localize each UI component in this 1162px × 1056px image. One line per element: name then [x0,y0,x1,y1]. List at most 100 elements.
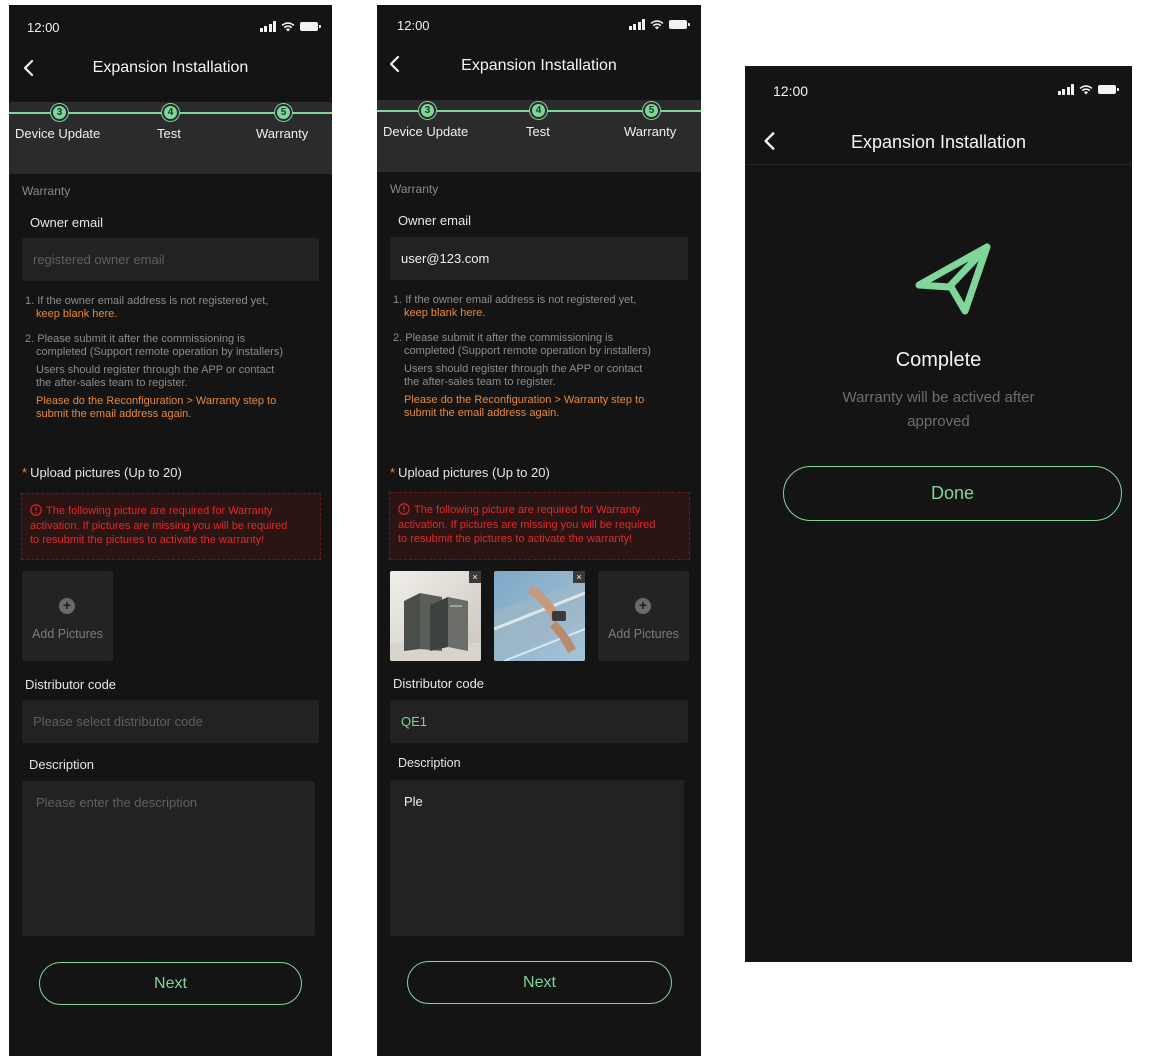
note-1: 1. If the owner email address is not reg… [393,294,637,306]
battery-icon [669,20,690,29]
page-title: Expansion Installation [461,57,617,74]
paper-plane-icon [915,243,991,315]
step-dot-5: 5 [275,104,292,121]
add-pictures-button[interactable]: + Add Pictures [598,571,689,661]
note-2-line-3: Users should register through the APP or… [36,364,275,376]
info-icon [398,503,410,515]
close-icon[interactable]: × [469,571,481,583]
owner-email-input[interactable]: registered owner email [22,238,319,281]
add-pictures-label: Add Pictures [32,627,103,641]
note-2-line-4: the after-sales team to register. [36,377,188,389]
step-dot-4: 4 [530,102,547,119]
uploaded-picture-thumbnail[interactable]: × [390,571,481,661]
complete-message-line-1: Warranty will be actived after [842,389,1035,406]
step-label-test: Test [157,126,181,141]
wifi-icon [1079,85,1093,95]
note-1-keep-blank: keep blank here. [404,307,486,319]
upload-pictures-text: Upload pictures (Up to 20) [398,465,550,480]
distributor-code-select[interactable]: Please select distributor code [22,700,319,743]
warning-line-2: activation. If pictures are missing you … [30,519,288,532]
section-title-warranty: Warranty [390,182,439,196]
status-bar: 12:00 [745,66,1132,110]
phone-screen-filled-form: 12:00 Expansion Installation 3 4 5 Devic… [377,5,701,1056]
wifi-icon [281,22,295,32]
complete-title: Complete [895,349,982,371]
note-2-line-3: Users should register through the APP or… [404,363,643,375]
note-2-line-2: completed (Support remote operation by i… [36,346,284,358]
page-title: Expansion Installation [92,59,249,76]
status-time: 12:00 [27,20,60,35]
owner-email-input[interactable]: user@123.com [390,237,688,280]
signal-icon [1057,84,1074,95]
owner-email-label: Owner email [30,215,103,230]
note-2-line-2: completed (Support remote operation by i… [404,345,652,357]
description-textarea[interactable]: Please enter the description [22,781,315,936]
done-button[interactable]: Done [783,466,1122,521]
description-textarea[interactable]: Ple [390,780,684,936]
step-dot-3: 3 [51,104,68,121]
nav-header: Expansion Installation [9,49,332,89]
signal-icon [628,19,645,30]
warranty-picture-warning: The following picture are required for W… [389,492,690,560]
uploaded-picture-thumbnail[interactable]: × [494,571,585,661]
note-2-line-6: submit the email address again. [404,407,560,419]
next-button[interactable]: Next [39,962,302,1005]
nav-header: Expansion Installation [377,47,701,87]
next-button[interactable]: Next [407,961,672,1004]
warranty-picture-warning: The following picture are required for W… [21,493,321,560]
solar-panel-photo [494,571,585,661]
email-notes: 1. If the owner email address is not reg… [25,295,325,421]
wifi-icon [650,20,664,30]
warning-line-3: to resubmit the pictures to activate the… [30,534,265,546]
description-label: Description [29,757,95,772]
info-icon [30,504,42,516]
plus-icon: + [635,598,651,614]
step-label-device-update: Device Update [383,124,469,139]
required-mark: * [390,465,396,480]
add-pictures-label: Add Pictures [608,627,679,641]
status-time: 12:00 [397,18,430,33]
step-dot-5: 5 [643,102,660,119]
distributor-code-select[interactable]: QE1 [390,700,688,743]
note-1-keep-blank: keep blank here. [36,308,118,320]
owner-email-label: Owner email [398,213,471,228]
nav-header: Expansion Installation [745,122,1132,166]
battery-icon [1098,85,1119,94]
warning-line-2: activation. If pictures are missing you … [398,518,656,531]
battery-install-photo [390,571,481,661]
close-icon[interactable]: × [573,571,585,583]
note-2-line-5: Please do the Reconfiguration > Warranty… [404,394,645,406]
signal-icon [259,21,276,32]
email-notes: 1. If the owner email address is not reg… [393,294,693,420]
upload-pictures-label: * Upload pictures (Up to 20) [390,465,550,480]
progress-stepper: 3 4 5 Device Update Test Warranty [377,100,701,172]
step-label-test: Test [526,124,550,139]
step-label-warranty: Warranty [624,124,677,139]
warning-line-1: The following picture are required for W… [46,505,273,517]
status-bar: 12:00 [9,5,332,45]
upload-pictures-label: * Upload pictures (Up to 20) [22,465,182,480]
add-pictures-button[interactable]: + Add Pictures [22,571,113,661]
step-label-warranty: Warranty [256,126,309,141]
status-bar: 12:00 [377,5,701,45]
phone-screen-complete: 12:00 Expansion Installation Complete Wa… [745,66,1132,962]
plus-icon: + [59,598,75,614]
battery-icon [300,22,321,31]
note-2-line-4: the after-sales team to register. [404,376,556,388]
warning-line-3: to resubmit the pictures to activate the… [398,533,633,545]
section-title-warranty: Warranty [22,184,71,198]
required-mark: * [22,465,28,480]
description-label: Description [398,756,461,770]
header-divider [745,164,1132,165]
distributor-code-label: Distributor code [25,677,117,692]
complete-message-line-2: approved [907,413,970,430]
step-dot-4: 4 [162,104,179,121]
progress-stepper: 3 4 5 Device Update Test Warranty [9,102,332,174]
step-label-device-update: Device Update [15,126,101,141]
status-time: 12:00 [773,83,809,99]
note-2-line-6: submit the email address again. [36,408,192,420]
step-dot-3: 3 [419,102,436,119]
upload-pictures-text: Upload pictures (Up to 20) [30,465,182,480]
note-2: 2. Please submit it after the commission… [393,332,614,344]
note-2-line-5: Please do the Reconfiguration > Warranty… [36,395,277,407]
